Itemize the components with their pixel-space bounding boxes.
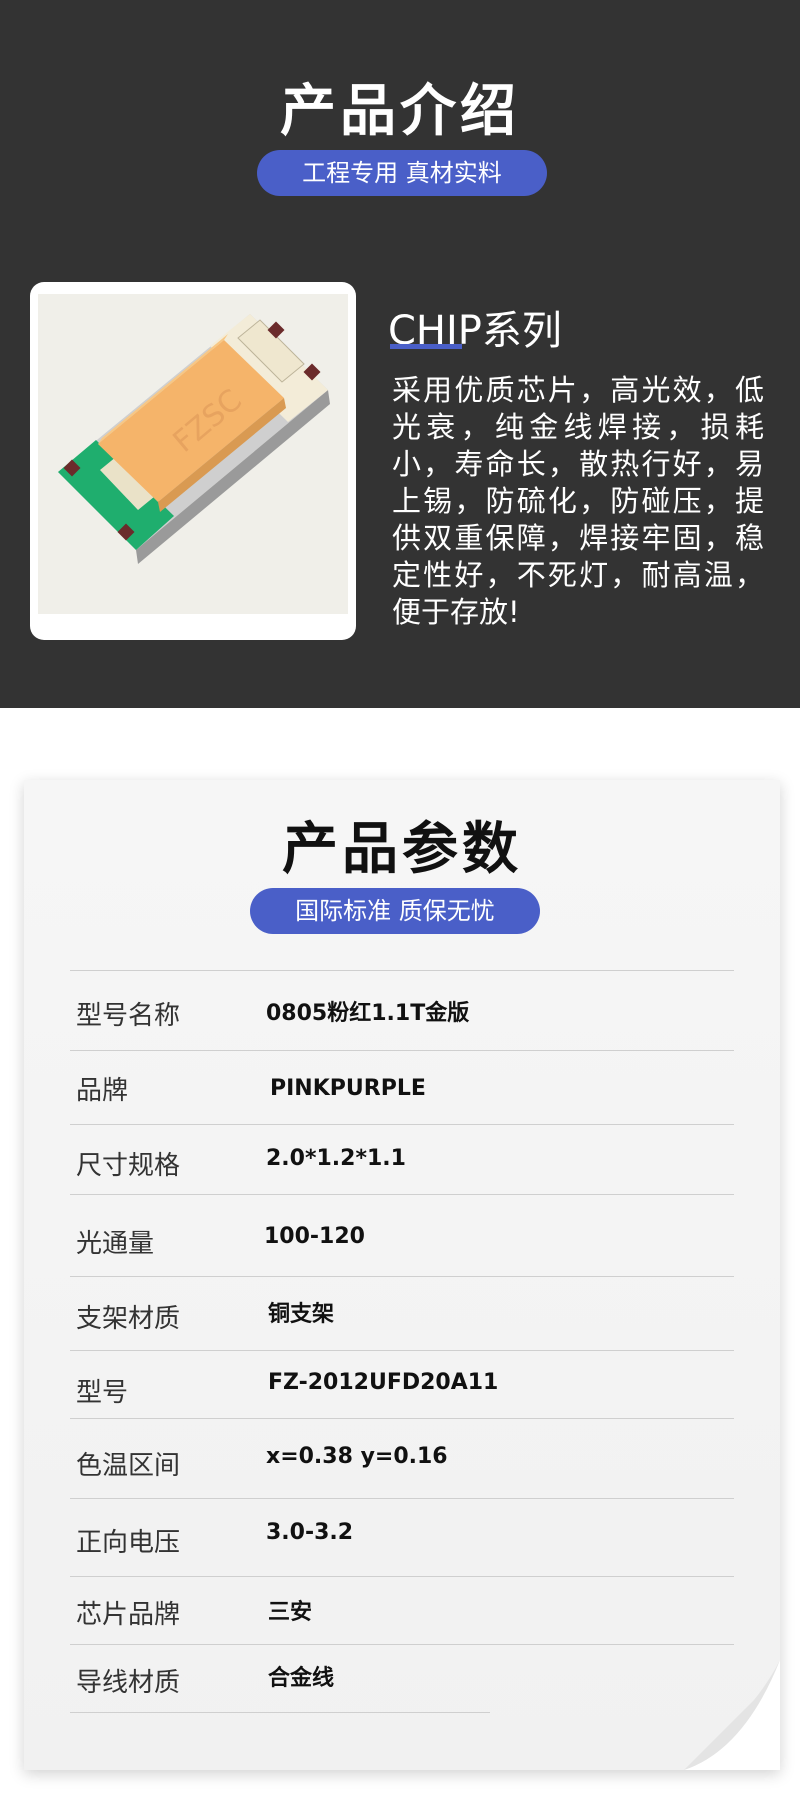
table-divider [70, 1644, 734, 1645]
series-title: CHIP系列 [388, 298, 562, 356]
table-divider [70, 1350, 734, 1351]
param-label-model-name: 型号名称 [76, 1001, 181, 1031]
intro-badge: 工程专用 真材实料 [257, 150, 547, 196]
table-divider [70, 1576, 734, 1577]
param-value-luminous-flux: 100-120 [264, 1224, 365, 1249]
led-chip-image: FZSC [38, 294, 348, 614]
param-label-bracket-material: 支架材质 [76, 1304, 181, 1334]
series-title-underline [390, 344, 462, 349]
param-label-size: 尺寸规格 [76, 1151, 181, 1181]
table-divider [70, 1050, 734, 1051]
param-value-chip-brand: 三安 [268, 1600, 313, 1625]
param-label-forward-voltage: 正向电压 [76, 1528, 181, 1558]
parameters-badge: 国际标准 质保无忧 [250, 888, 540, 934]
led-chip-illustration: FZSC [58, 314, 330, 564]
param-value-color-range: x=0.38 y=0.16 [266, 1444, 448, 1469]
table-divider [70, 1418, 734, 1419]
table-divider [70, 1124, 734, 1125]
intro-title: 产品介绍 [280, 79, 520, 144]
table-divider [70, 1712, 490, 1713]
param-value-forward-voltage: 3.0-3.2 [266, 1520, 354, 1545]
page-curl-decoration [684, 1660, 780, 1770]
param-label-brand: 品牌 [76, 1076, 129, 1106]
param-value-model-name: 0805粉红1.1T金版 [266, 1001, 470, 1026]
table-divider [70, 970, 734, 971]
param-label-chip-brand: 芯片品牌 [76, 1600, 181, 1630]
parameters-title: 产品参数 [282, 817, 522, 882]
param-label-model: 型号 [76, 1378, 129, 1408]
param-value-brand: PINKPURPLE [270, 1076, 426, 1101]
param-label-wire-material: 导线材质 [76, 1668, 181, 1698]
param-label-luminous-flux: 光通量 [76, 1229, 155, 1259]
series-description: 采用优质芯片，高光效，低光衰，纯金线焊接，损耗小，寿命长，散热行好，易上锡，防硫… [392, 373, 764, 629]
param-value-bracket-material: 铜支架 [268, 1302, 335, 1327]
product-image-card: FZSC [30, 282, 356, 640]
param-value-size: 2.0*1.2*1.1 [266, 1146, 406, 1171]
param-value-model: FZ-2012UFD20A11 [268, 1370, 499, 1395]
table-divider [70, 1276, 734, 1277]
param-label-color-range: 色温区间 [76, 1451, 181, 1481]
product-intro-section: 产品介绍 工程专用 真材实料 FZSC CHIP系列 采用优质芯片，高光效，低光… [0, 0, 800, 708]
table-divider [70, 1194, 734, 1195]
table-divider [70, 1498, 734, 1499]
param-value-wire-material: 合金线 [268, 1666, 335, 1691]
